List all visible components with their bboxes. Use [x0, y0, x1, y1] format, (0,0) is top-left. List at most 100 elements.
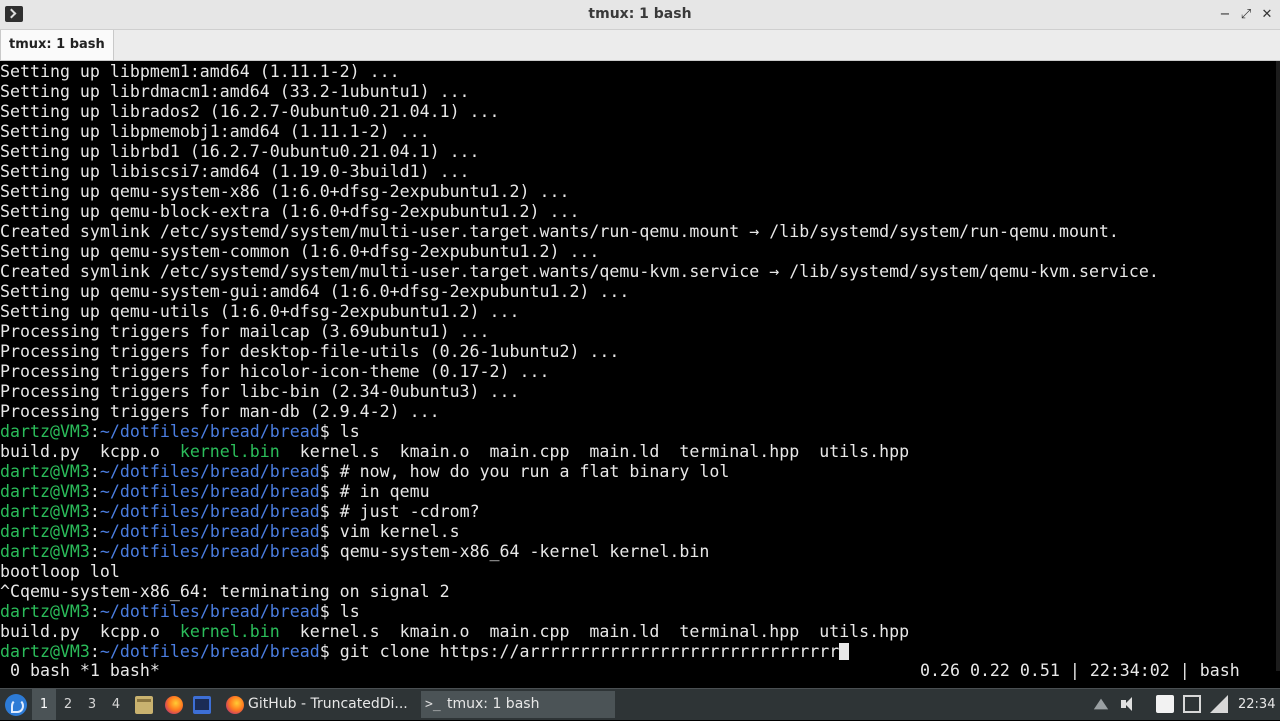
- task-firefox-github[interactable]: GitHub - TruncatedDi...: [222, 691, 414, 718]
- terminal-line: Setting up librbd1 (16.2.7-0ubuntu0.21.0…: [0, 142, 1159, 162]
- terminal-text: Setting up libiscsi7:amd64 (1.19.0-3buil…: [0, 162, 470, 181]
- executable-file: kernel.bin: [179, 442, 280, 461]
- terminal-line: bootloop lol: [0, 562, 1159, 582]
- start-menu-icon[interactable]: [5, 694, 27, 716]
- terminal-line: Setting up qemu-system-gui:amd64 (1:6.0+…: [0, 282, 1159, 302]
- terminal-line: Setting up qemu-system-common (1:6.0+dfs…: [0, 242, 1159, 262]
- firefox-icon[interactable]: [165, 696, 183, 714]
- terminal-line: Processing triggers for mailcap (3.69ubu…: [0, 322, 1159, 342]
- prompt-path: ~/dotfiles/bread/bread: [99, 422, 320, 441]
- prompt-user: dartz@VM3: [0, 482, 90, 501]
- prompt-path: ~/dotfiles/bread/bread: [99, 522, 320, 541]
- terminal-text: Setting up qemu-system-x86 (1:6.0+dfsg-2…: [0, 182, 570, 201]
- tmux-window-list[interactable]: 0 bash *1 bash*: [0, 661, 160, 681]
- terminal-launcher-icon[interactable]: [193, 696, 211, 714]
- terminal-text: kernel.s kmain.o main.cpp main.ld termin…: [279, 622, 910, 641]
- workspace-1[interactable]: 1: [32, 689, 56, 720]
- terminal-view[interactable]: Setting up libpmem1:amd64 (1.11.1-2) ...…: [0, 61, 1280, 686]
- executable-file: kernel.bin: [179, 622, 280, 641]
- terminal-text: :: [89, 482, 100, 501]
- workspace-3[interactable]: 3: [80, 689, 104, 720]
- terminal-line: dartz@VM3:~/dotfiles/bread/bread$ ls: [0, 602, 1159, 622]
- terminal-text: $ # just -cdrom?: [319, 502, 480, 521]
- tray-expand-icon[interactable]: [1093, 698, 1109, 710]
- prompt-user: dartz@VM3: [0, 602, 90, 621]
- terminal-text: Setting up qemu-utils (1:6.0+dfsg-2expub…: [0, 302, 520, 321]
- terminal-text: build.py kcpp.o: [0, 442, 180, 461]
- terminal-scrollbar[interactable]: [1276, 61, 1280, 671]
- workspace-2[interactable]: 2: [56, 689, 80, 720]
- network-icon[interactable]: [1210, 695, 1228, 713]
- terminal-text: $ # now, how do you run a flat binary lo…: [319, 462, 730, 481]
- maximize-button[interactable]: ⤢: [1238, 7, 1254, 23]
- prompt-user: dartz@VM3: [0, 542, 90, 561]
- workspace-4[interactable]: 4: [104, 689, 128, 720]
- tmux-status-right: 0.26 0.22 0.51 | 22:34:02 | bash: [920, 661, 1240, 680]
- terminal-line: dartz@VM3:~/dotfiles/bread/bread$ qemu-s…: [0, 542, 1159, 562]
- prompt-path: ~/dotfiles/bread/bread: [99, 642, 320, 661]
- terminal-text: :: [89, 422, 100, 441]
- terminal-text: Setting up libpmem1:amd64 (1.11.1-2) ...: [0, 62, 400, 81]
- terminal-text: :: [89, 602, 100, 621]
- terminal-text: build.py kcpp.o: [0, 622, 180, 641]
- clipboard-icon[interactable]: [1156, 695, 1174, 713]
- terminal-text: :: [89, 522, 100, 541]
- terminal-line: Setting up qemu-block-extra (1:6.0+dfsg-…: [0, 202, 1159, 222]
- tmux-status-line: 0 bash *1 bash* 0.26 0.22 0.51 | 22:34:0…: [0, 661, 1280, 681]
- display-icon[interactable]: [1183, 695, 1201, 713]
- terminal-text: Setting up qemu-block-extra (1:6.0+dfsg-…: [0, 202, 580, 221]
- firefox-icon: [226, 696, 244, 714]
- tab-tmux-bash[interactable]: tmux: 1 bash: [0, 30, 114, 60]
- terminal-line: Setting up qemu-system-x86 (1:6.0+dfsg-2…: [0, 182, 1159, 202]
- terminal-text: bootloop lol: [0, 562, 120, 581]
- terminal-text: :: [89, 642, 100, 661]
- terminal-text: Setting up librbd1 (16.2.7-0ubuntu0.21.0…: [0, 142, 480, 161]
- terminal-text: :: [89, 502, 100, 521]
- terminal-text: Created symlink /etc/systemd/system/mult…: [0, 262, 1159, 281]
- terminal-line: Processing triggers for desktop-file-uti…: [0, 342, 1159, 362]
- terminal-text: Setting up qemu-system-gui:amd64 (1:6.0+…: [0, 282, 630, 301]
- tab-bar: tmux: 1 bash: [0, 30, 1280, 61]
- prompt-path: ~/dotfiles/bread/bread: [99, 602, 320, 621]
- terminal-line: dartz@VM3:~/dotfiles/bread/bread$ ls: [0, 422, 1159, 442]
- prompt-path: ~/dotfiles/bread/bread: [99, 502, 320, 521]
- close-button[interactable]: ✕: [1259, 7, 1275, 23]
- terminal-text: :: [89, 462, 100, 481]
- minimize-button[interactable]: −: [1217, 7, 1233, 23]
- taskbar: 1 2 3 4 GitHub - TruncatedDi... >_ tmux:…: [0, 688, 1280, 720]
- terminal-line: Setting up libpmem1:amd64 (1.11.1-2) ...: [0, 62, 1159, 82]
- terminal-text: Setting up libpmemobj1:amd64 (1.11.1-2) …: [0, 122, 430, 141]
- terminal-text: $ git clone https://arrrrrrrrrrrrrrrrrrr…: [319, 642, 840, 661]
- terminal-line: ^Cqemu-system-x86_64: terminating on sig…: [0, 582, 1159, 602]
- terminal-text: ^Cqemu-system-x86_64: terminating on sig…: [0, 582, 450, 601]
- terminal-line: Setting up librdmacm1:amd64 (33.2-1ubunt…: [0, 82, 1159, 102]
- terminal-text: :: [89, 542, 100, 561]
- terminal-text: Processing triggers for libc-bin (2.34-0…: [0, 382, 520, 401]
- volume-icon[interactable]: [1119, 695, 1137, 713]
- prompt-user: dartz@VM3: [0, 422, 90, 441]
- terminal-line: Setting up qemu-utils (1:6.0+dfsg-2expub…: [0, 302, 1159, 322]
- terminal-text: $ # in qemu: [319, 482, 430, 501]
- terminal-text: Processing triggers for man-db (2.9.4-2)…: [0, 402, 440, 421]
- terminal-text: Created symlink /etc/systemd/system/mult…: [0, 222, 1119, 241]
- prompt-user: dartz@VM3: [0, 502, 90, 521]
- taskbar-clock[interactable]: 22:34: [1238, 689, 1275, 720]
- terminal-line: dartz@VM3:~/dotfiles/bread/bread$ # just…: [0, 502, 1159, 522]
- terminal-line: build.py kcpp.o kernel.bin kernel.s kmai…: [0, 442, 1159, 462]
- terminal-line: Setting up librados2 (16.2.7-0ubuntu0.21…: [0, 102, 1159, 122]
- terminal-text: $ vim kernel.s: [319, 522, 460, 541]
- prompt-path: ~/dotfiles/bread/bread: [99, 462, 320, 481]
- file-manager-icon[interactable]: [135, 696, 153, 714]
- prompt-path: ~/dotfiles/bread/bread: [99, 542, 320, 561]
- window-titlebar[interactable]: tmux: 1 bash − ⤢ ✕: [0, 0, 1280, 30]
- terminal-text: Processing triggers for hicolor-icon-the…: [0, 362, 550, 381]
- terminal-text: $ qemu-system-x86_64 -kernel kernel.bin: [319, 542, 710, 561]
- task-tmux-terminal[interactable]: >_ tmux: 1 bash: [421, 691, 615, 718]
- terminal-line: Processing triggers for libc-bin (2.34-0…: [0, 382, 1159, 402]
- prompt-user: dartz@VM3: [0, 522, 90, 541]
- terminal-line: Processing triggers for man-db (2.9.4-2)…: [0, 402, 1159, 422]
- prompt-user: dartz@VM3: [0, 642, 90, 661]
- terminal-line: Setting up libiscsi7:amd64 (1.19.0-3buil…: [0, 162, 1159, 182]
- terminal-line: dartz@VM3:~/dotfiles/bread/bread$ vim ke…: [0, 522, 1159, 542]
- terminal-output: Setting up libpmem1:amd64 (1.11.1-2) ...…: [0, 62, 1159, 662]
